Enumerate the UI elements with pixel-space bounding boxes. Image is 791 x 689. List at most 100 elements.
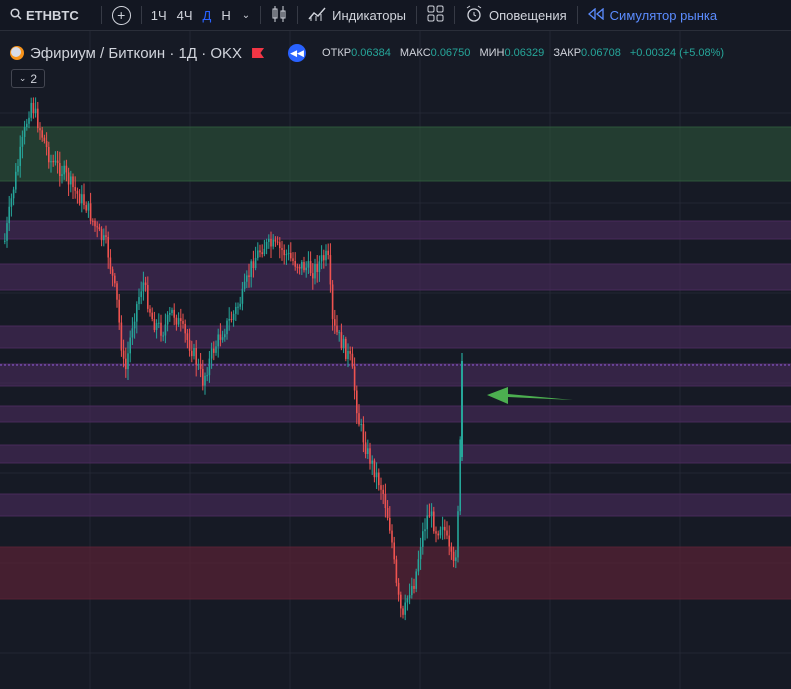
- candle-body: [111, 269, 114, 276]
- candle-body: [160, 322, 162, 336]
- open-label: ОТКР: [322, 47, 352, 59]
- candle-body: [217, 334, 219, 347]
- zone-purple: [0, 221, 791, 239]
- chevron-down-icon: ⌄: [241, 9, 251, 21]
- candle-body: [331, 284, 334, 320]
- candle-body: [441, 526, 444, 530]
- candle-body: [397, 582, 400, 595]
- flag-icon[interactable]: [252, 48, 265, 58]
- candle-body: [56, 160, 59, 163]
- candle-body: [301, 262, 303, 269]
- candle-body: [52, 161, 54, 163]
- candle-body: [250, 261, 252, 278]
- candle-body: [177, 318, 180, 325]
- candle-body: [274, 239, 277, 242]
- candle-body: [136, 304, 138, 322]
- candle-body: [272, 239, 274, 247]
- candle-body: [413, 586, 415, 589]
- candle-body: [435, 531, 437, 534]
- candle-body: [39, 128, 41, 131]
- symbol-search[interactable]: ETHBTC: [0, 0, 85, 30]
- separator: [416, 6, 418, 24]
- timeframe-1w[interactable]: Н: [216, 0, 235, 30]
- indicators-icon: [308, 6, 326, 25]
- candle-body: [127, 353, 129, 370]
- candle-body: [422, 531, 424, 547]
- candle-body: [228, 318, 230, 321]
- candle-body: [149, 308, 151, 313]
- candle-body: [10, 198, 13, 207]
- zone-purple: [0, 364, 791, 386]
- candle-body: [129, 337, 131, 354]
- candle-body: [92, 220, 94, 222]
- timeframe-dropdown[interactable]: ⌄: [236, 0, 256, 30]
- candle-body: [281, 248, 283, 250]
- plus-circle-icon: +: [111, 5, 131, 25]
- candle-body: [433, 511, 435, 532]
- candle-body: [120, 322, 123, 351]
- candle-body: [59, 162, 61, 176]
- collapse-legend-button[interactable]: ⌄ 2: [11, 69, 45, 88]
- candle-body: [395, 559, 398, 583]
- alarm-clock-icon: [465, 5, 483, 26]
- candle-body: [116, 283, 118, 300]
- replay-button[interactable]: Симулятор рынка: [582, 0, 723, 30]
- layouts-button[interactable]: [421, 0, 450, 30]
- candle-body: [219, 334, 222, 340]
- candle-body: [140, 291, 142, 298]
- candle-body: [125, 358, 127, 370]
- candle-body: [232, 313, 235, 320]
- candle-body: [312, 273, 314, 279]
- candle-body: [72, 176, 74, 188]
- zone-purple: [0, 445, 791, 463]
- candle-body: [28, 117, 30, 124]
- candle-body: [353, 366, 356, 391]
- candle-body: [89, 203, 92, 221]
- candle-body: [118, 299, 120, 323]
- indicators-button[interactable]: Индикаторы: [302, 0, 412, 30]
- candle-body: [37, 108, 39, 129]
- candle-body: [323, 255, 325, 261]
- timeframe-4h[interactable]: 4Ч: [172, 0, 198, 30]
- candle-body: [263, 248, 266, 255]
- chart-pane[interactable]: [0, 31, 791, 689]
- candle-body: [15, 171, 17, 190]
- grid-icon: [427, 5, 444, 25]
- candle-body: [105, 235, 107, 237]
- symbol-label: ETHBTC: [26, 7, 79, 23]
- chart-type-button[interactable]: [265, 0, 293, 30]
- zone-purple: [0, 326, 791, 348]
- top-toolbar: ETHBTC + 1Ч 4Ч Д Н ⌄ Индикаторы Оповещен…: [0, 0, 791, 31]
- timeframe-1h[interactable]: 1Ч: [146, 0, 172, 30]
- candle-body: [268, 238, 270, 242]
- candle-body: [439, 529, 442, 536]
- add-symbol-button[interactable]: +: [106, 0, 137, 30]
- candle-body: [351, 353, 354, 367]
- jump-to-realtime-icon[interactable]: ◀◀: [288, 44, 307, 62]
- last-candle-body: [461, 361, 463, 457]
- candle-body: [74, 187, 76, 191]
- candle-body: [316, 263, 318, 272]
- change-value: +0.00324 (+5.08%): [629, 47, 725, 59]
- candle-body: [186, 333, 189, 341]
- candle-body: [85, 205, 87, 211]
- candle-body: [371, 460, 373, 464]
- separator: [100, 6, 102, 24]
- candle-body: [309, 261, 312, 274]
- candle-body: [23, 127, 26, 137]
- low-label: МИН: [479, 47, 505, 59]
- search-icon: [10, 7, 22, 23]
- zone-purple: [0, 406, 791, 422]
- alerts-button[interactable]: Оповещения: [459, 0, 573, 30]
- timeframe-1d[interactable]: Д: [198, 0, 217, 30]
- candle-body: [171, 309, 173, 314]
- candle-body: [6, 223, 8, 241]
- zone-red: [0, 547, 791, 599]
- candle-body: [213, 348, 215, 353]
- candle-body: [457, 511, 459, 558]
- candle-body: [448, 535, 450, 547]
- candle-body: [162, 335, 164, 337]
- candle-body: [378, 472, 380, 486]
- candle-body: [276, 241, 279, 243]
- candle-body: [391, 530, 393, 543]
